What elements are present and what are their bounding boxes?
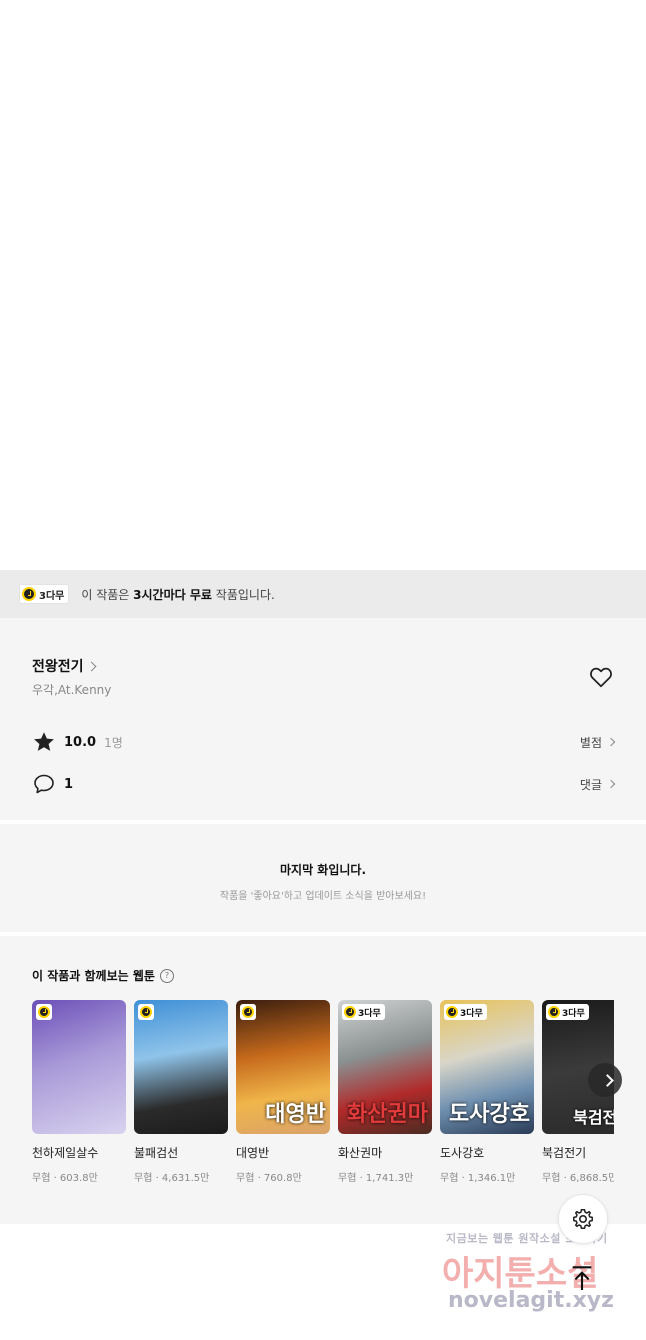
- last-episode-title: 마지막 화입니다.: [279, 863, 367, 877]
- card-title: 도사강호: [440, 1146, 485, 1160]
- work-info-panel: 전왕전기 우각,At.Kenny 10.0 1명 별점 1 댓글: [0, 618, 646, 820]
- rating-score: 10.0: [64, 734, 97, 750]
- last-episode-subtitle: 작품을 '좋아요'하고 업데이트 소식을 받아보세요!: [219, 891, 427, 902]
- cover-image: 3다무 도사강호: [440, 1000, 534, 1134]
- rating-link[interactable]: 별점: [579, 734, 616, 751]
- comment-link[interactable]: 댓글: [579, 776, 616, 793]
- comment-icon: [34, 774, 54, 794]
- free-badge: 3다무: [19, 584, 70, 604]
- card-title: 화산권마: [338, 1146, 383, 1160]
- clock-icon: [22, 587, 36, 601]
- recommendation-section: 이 작품과 함께보는 웹툰 ? 천하제일살수 무협 · 603.8만 불패검선 …: [0, 936, 646, 1224]
- cover-title-art: 화산권마: [347, 1101, 428, 1127]
- cover-title-art: 대영반: [265, 1101, 326, 1127]
- clock-icon: [344, 1006, 356, 1018]
- cover-image: 대영반: [236, 1000, 330, 1134]
- rating-count: 1명: [104, 735, 123, 750]
- free-badge: [36, 1004, 52, 1020]
- carousel-next-button[interactable]: [588, 1063, 622, 1097]
- cover-title-art: 도사강호: [449, 1101, 530, 1127]
- chevron-right-icon: [601, 1074, 614, 1087]
- clock-icon: [140, 1006, 152, 1018]
- free-badge: 3다무: [342, 1004, 385, 1020]
- recommendation-heading: 이 작품과 함께보는 웹툰 ?: [32, 967, 174, 984]
- comment-link-label: 댓글: [579, 777, 602, 792]
- comment-count: 1: [64, 776, 74, 792]
- free-notice-text: 이 작품은 3시간마다 무료 작품입니다.: [81, 586, 274, 603]
- recommendation-heading-text: 이 작품과 함께보는 웹툰: [32, 969, 155, 983]
- notice-suffix: 작품입니다.: [215, 587, 275, 602]
- chevron-right-icon: [606, 737, 616, 747]
- free-badge: 3다무: [444, 1004, 487, 1020]
- recommendation-list: 천하제일살수 무협 · 603.8만 불패검선 무협 · 4,631.5만 대영…: [32, 1000, 614, 1190]
- help-icon[interactable]: ?: [159, 968, 174, 983]
- notice-highlight: 3시간마다 무료: [133, 587, 212, 602]
- recommendation-card[interactable]: 불패검선 무협 · 4,631.5만: [134, 1000, 228, 1184]
- gear-icon: [573, 1209, 593, 1229]
- card-meta: 무협 · 4,631.5만: [134, 1173, 210, 1184]
- free-badge: [138, 1004, 154, 1020]
- free-badge-label: 3다무: [460, 1008, 483, 1019]
- work-title-link[interactable]: 전왕전기: [32, 656, 96, 676]
- rating-row: 10.0 1명 별점: [32, 730, 616, 754]
- card-meta: 무협 · 1,741.3만: [338, 1173, 414, 1184]
- free-badge: 3다무: [546, 1004, 589, 1020]
- clock-icon: [38, 1006, 50, 1018]
- star-icon: [34, 732, 54, 751]
- rating-link-label: 별점: [579, 735, 602, 750]
- cover-title-art: 북검전기: [573, 1108, 614, 1127]
- card-title: 천하제일살수: [32, 1146, 99, 1160]
- recommendation-card[interactable]: 3다무 도사강호 도사강호 무협 · 1,346.1만: [440, 1000, 534, 1184]
- site-watermark: 지금보는 웹툰 원작소설 보러가기 아지툰소설 novelagit.xyz: [440, 1230, 640, 1330]
- free-badge-label: 3다무: [358, 1008, 381, 1019]
- free-badge: [240, 1004, 256, 1020]
- card-meta: 무협 · 760.8만: [236, 1173, 302, 1184]
- settings-button[interactable]: [558, 1194, 608, 1244]
- notice-prefix: 이 작품은: [81, 587, 130, 602]
- card-meta: 무협 · 1,346.1만: [440, 1173, 516, 1184]
- free-notice-bar: 3다무 이 작품은 3시간마다 무료 작품입니다.: [0, 570, 646, 618]
- last-episode-panel: 마지막 화입니다. 작품을 '좋아요'하고 업데이트 소식을 받아보세요!: [0, 824, 646, 932]
- recommendation-card[interactable]: 3다무 화산권마 화산권마 무협 · 1,741.3만: [338, 1000, 432, 1184]
- chevron-right-icon: [86, 661, 96, 671]
- recommendation-card[interactable]: 대영반 대영반 무협 · 760.8만: [236, 1000, 330, 1184]
- work-authors: 우각,At.Kenny: [32, 683, 112, 697]
- cover-image: [134, 1000, 228, 1134]
- card-title: 대영반: [236, 1146, 270, 1160]
- cover-image: 3다무 화산권마: [338, 1000, 432, 1134]
- recommendation-card[interactable]: 천하제일살수 무협 · 603.8만: [32, 1000, 126, 1184]
- free-badge-label: 3다무: [39, 590, 65, 602]
- card-meta: 무협 · 6,868.5만: [542, 1173, 614, 1184]
- card-title: 북검전기: [542, 1146, 587, 1160]
- card-meta: 무협 · 603.8만: [32, 1173, 98, 1184]
- arrow-up-icon: [572, 1266, 592, 1290]
- clock-icon: [242, 1006, 254, 1018]
- cover-image: [32, 1000, 126, 1134]
- content-blank-area: [0, 0, 646, 570]
- chevron-right-icon: [606, 779, 616, 789]
- card-title: 불패검선: [134, 1146, 179, 1160]
- clock-icon: [446, 1006, 458, 1018]
- clock-icon: [548, 1006, 560, 1018]
- scroll-top-button[interactable]: [566, 1262, 598, 1294]
- heart-icon[interactable]: [588, 664, 614, 690]
- work-title: 전왕전기: [32, 659, 84, 675]
- comment-row: 1 댓글: [32, 772, 616, 796]
- free-badge-label: 3다무: [562, 1008, 585, 1019]
